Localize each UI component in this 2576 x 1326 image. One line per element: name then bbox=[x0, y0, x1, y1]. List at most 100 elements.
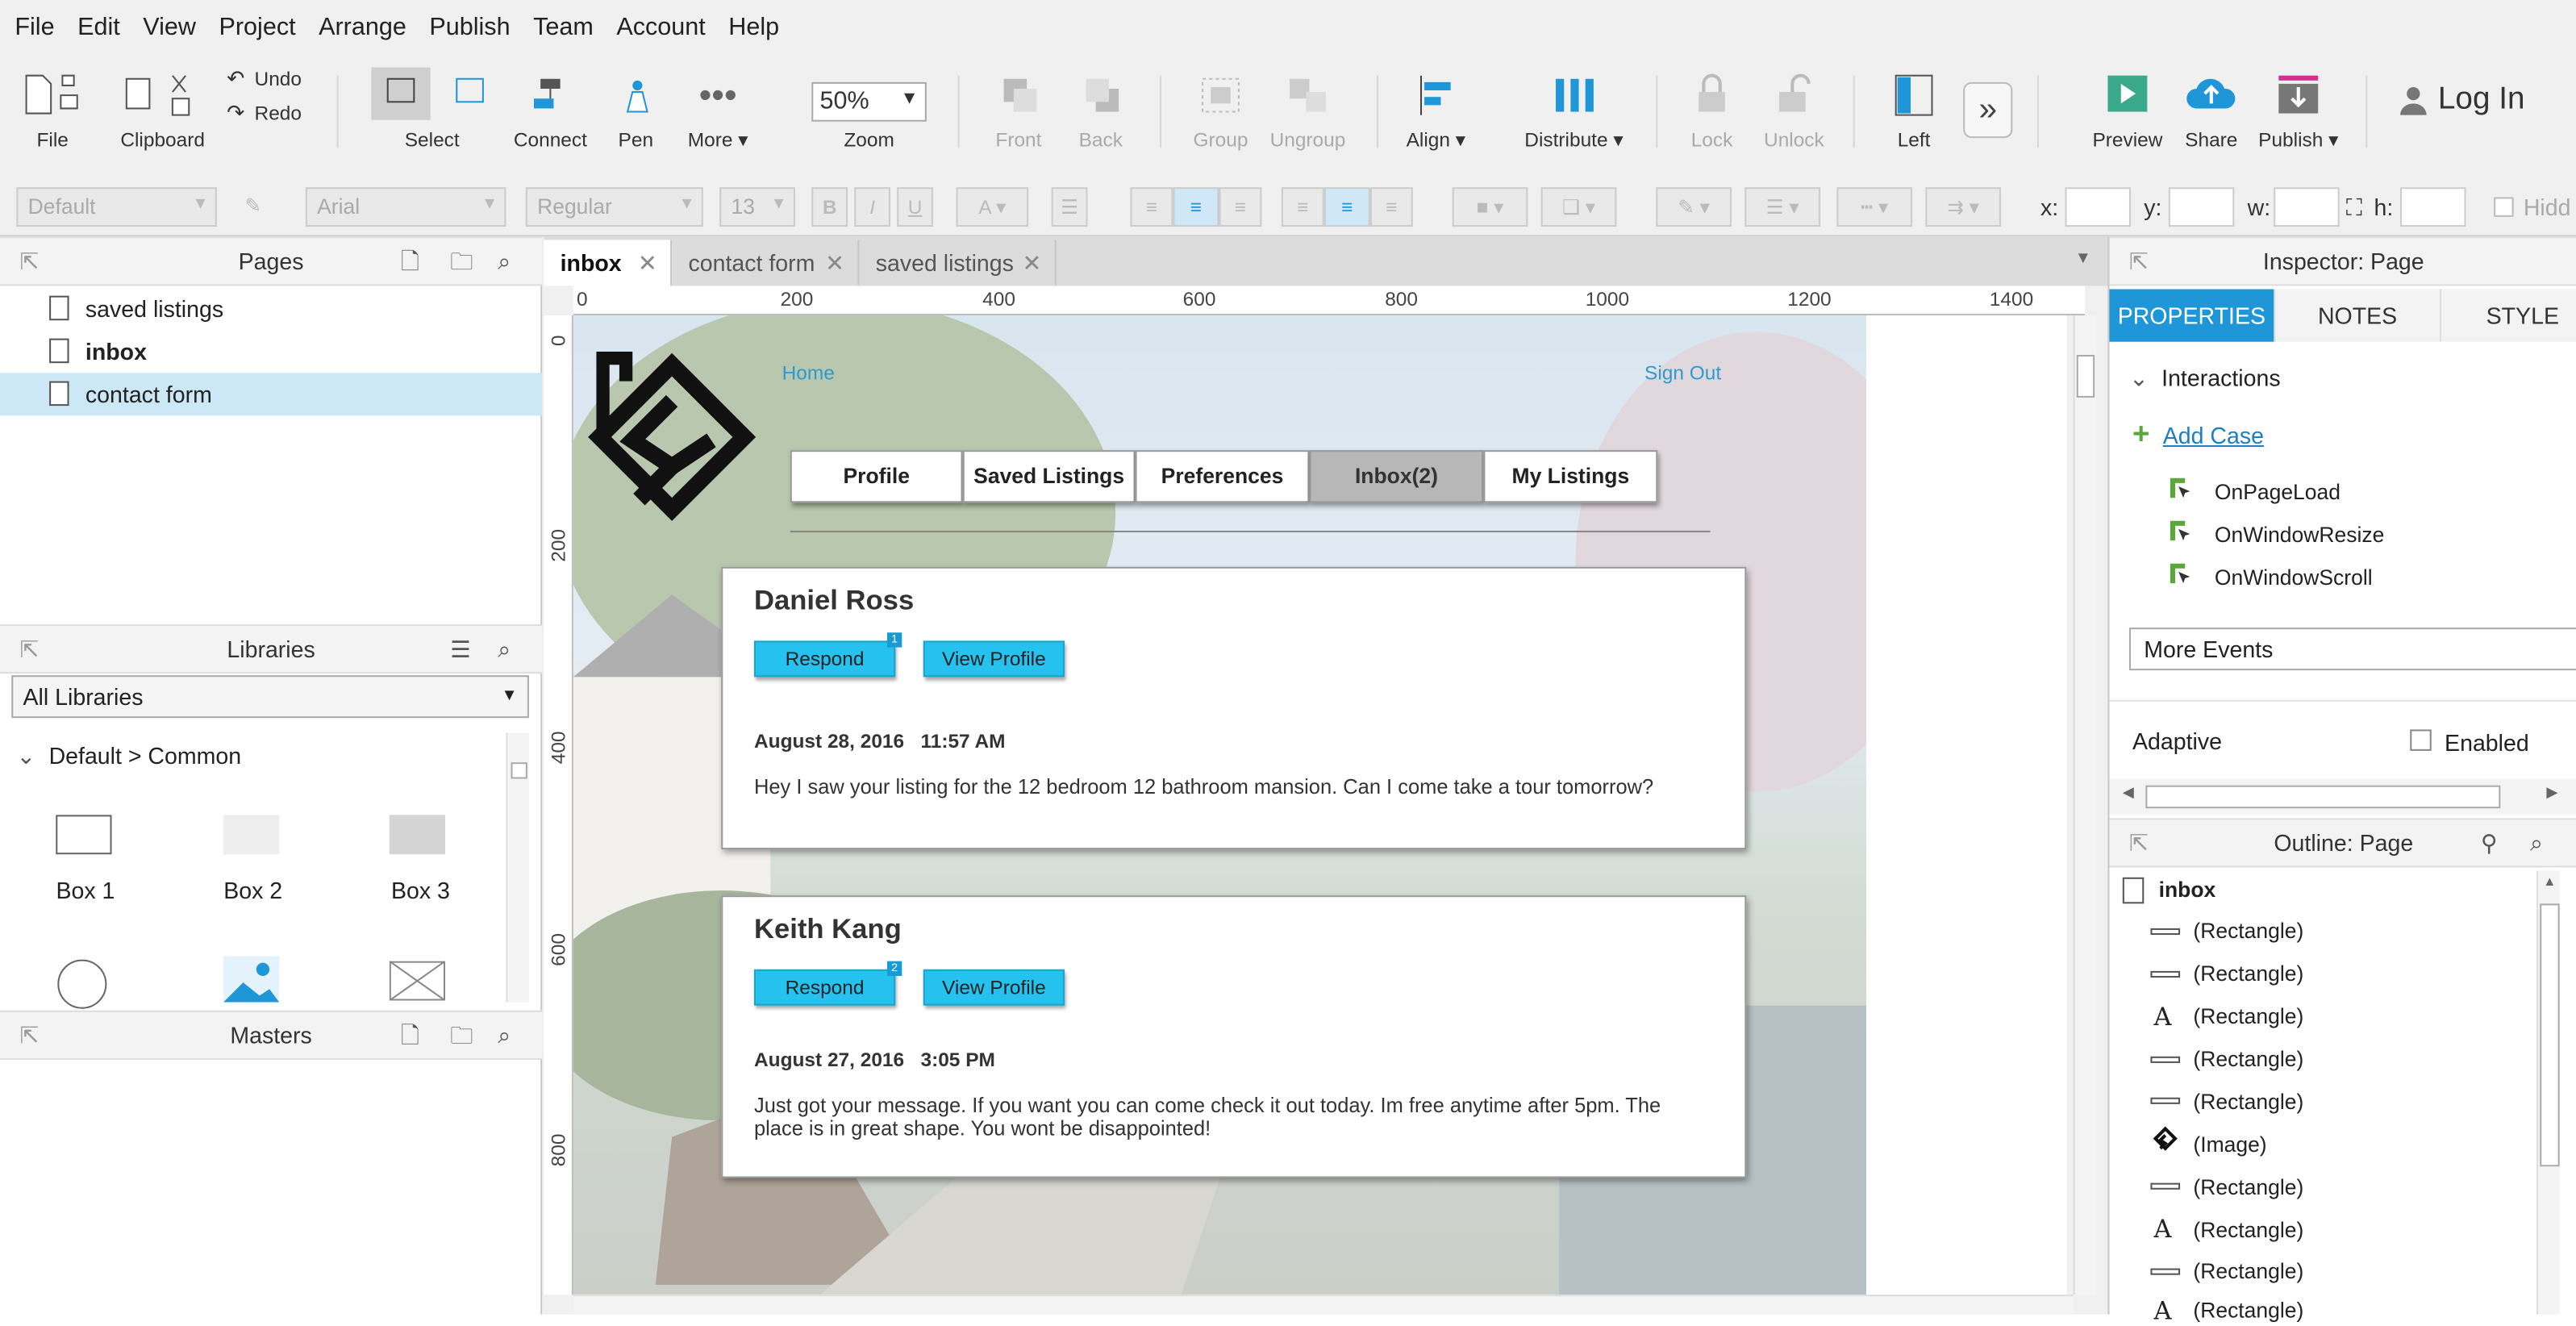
menu-arrange[interactable]: Arrange bbox=[307, 12, 418, 40]
interactions-section[interactable]: ⌄ Interactions bbox=[2129, 365, 2281, 393]
fill-color-button[interactable]: ■ ▾ bbox=[1452, 187, 1528, 227]
connect-button[interactable]: Connect bbox=[513, 69, 589, 151]
outline-item[interactable]: (Rectangle) bbox=[2193, 919, 2303, 944]
outline-item[interactable]: (Rectangle) bbox=[2193, 1004, 2303, 1029]
undo-button[interactable]: ↶ Undo bbox=[227, 65, 302, 92]
menu-project[interactable]: Project bbox=[207, 12, 307, 40]
tab-contact-form[interactable]: contact form ✕ bbox=[672, 240, 860, 286]
line-color-button[interactable]: ✎ ▾ bbox=[1656, 187, 1732, 227]
page-item-contact-form[interactable]: contact form bbox=[0, 373, 543, 416]
tabs-dropdown-icon[interactable]: ▼ bbox=[2075, 250, 2091, 268]
bold-button[interactable]: B bbox=[811, 187, 848, 227]
group-button[interactable]: Group bbox=[1186, 69, 1256, 151]
align-center-button[interactable]: ≡ bbox=[1173, 187, 1219, 227]
menu-view[interactable]: View bbox=[131, 12, 207, 40]
width-field[interactable] bbox=[2274, 187, 2340, 227]
page-item-saved-listings[interactable]: saved listings bbox=[0, 287, 542, 330]
collapse-icon[interactable]: ⇱ bbox=[2129, 819, 2149, 865]
nav-my-listings[interactable]: My Listings bbox=[1483, 450, 1658, 503]
outline-item[interactable]: (Rectangle) bbox=[2193, 1090, 2303, 1115]
outline-item[interactable]: (Rectangle) bbox=[2193, 1258, 2303, 1283]
line-pattern-button[interactable]: ┅ ▾ bbox=[1836, 187, 1913, 227]
redo-button[interactable]: ↷ Redo bbox=[227, 100, 302, 127]
font-dropdown[interactable]: Arial ▼ bbox=[305, 187, 506, 227]
canvas-hscrollbar[interactable] bbox=[573, 1295, 2074, 1315]
menu-edit[interactable]: Edit bbox=[66, 12, 131, 40]
align-top-button[interactable]: ≡ bbox=[1281, 187, 1324, 227]
respond-button[interactable]: Respond bbox=[753, 640, 896, 678]
page-item-inbox[interactable]: inbox bbox=[0, 330, 542, 373]
add-case-link[interactable]: + Add Case bbox=[2132, 417, 2264, 452]
close-icon[interactable]: ✕ bbox=[825, 240, 844, 286]
image-widget[interactable] bbox=[223, 956, 280, 1003]
align-right-button[interactable]: ≡ bbox=[1219, 187, 1262, 227]
add-folder-icon[interactable]: 🗀 bbox=[450, 1012, 473, 1058]
align-bottom-button[interactable]: ≡ bbox=[1369, 187, 1413, 227]
style-dropdown[interactable]: Default ▼ bbox=[16, 187, 217, 227]
close-icon[interactable]: ✕ bbox=[638, 240, 657, 286]
nav-inbox[interactable]: Inbox(2) bbox=[1309, 450, 1484, 503]
zoom-dropdown[interactable]: 50% ▼ bbox=[811, 81, 927, 122]
home-link[interactable]: Home bbox=[782, 361, 835, 385]
search-icon[interactable]: ⌕ bbox=[498, 626, 511, 672]
menu-file[interactable]: File bbox=[3, 12, 66, 40]
nav-profile[interactable]: Profile bbox=[790, 450, 963, 503]
search-icon[interactable]: ⌕ bbox=[498, 1012, 511, 1058]
select-button[interactable]: Select bbox=[365, 65, 499, 151]
nav-preferences[interactable]: Preferences bbox=[1135, 450, 1310, 503]
outline-item[interactable]: (Rectangle) bbox=[2193, 1174, 2303, 1199]
event-onpageload[interactable]: OnPageLoad bbox=[2215, 480, 2340, 505]
expand-toolbar-button[interactable]: » bbox=[1963, 81, 2013, 139]
clipboard-button[interactable]: Clipboard bbox=[115, 69, 210, 151]
outline-item[interactable]: (Rectangle) bbox=[2193, 1047, 2303, 1072]
font-size-dropdown[interactable]: 13 ▼ bbox=[719, 187, 795, 227]
event-onwindowresize[interactable]: OnWindowResize bbox=[2215, 523, 2384, 548]
canvas-scrollbar[interactable] bbox=[2073, 315, 2097, 1295]
publish-button[interactable]: Publish ▾ bbox=[2258, 69, 2338, 151]
line-weight-button[interactable]: ☰ ▾ bbox=[1744, 187, 1820, 227]
tab-notes[interactable]: NOTES bbox=[2275, 289, 2441, 342]
lock-ratio-icon[interactable]: ⛶ bbox=[2346, 194, 2362, 222]
inspector-hscrollbar[interactable]: ◀ ▶ bbox=[2109, 778, 2576, 815]
more-events-dropdown[interactable]: More Events bbox=[2128, 628, 2576, 671]
menu-icon[interactable]: ☰ bbox=[450, 626, 471, 672]
back-button[interactable]: Back bbox=[1068, 69, 1133, 151]
preview-button[interactable]: Preview bbox=[2090, 69, 2165, 151]
lock-button[interactable]: Lock bbox=[1682, 69, 1741, 151]
outline-root[interactable]: inbox bbox=[2159, 878, 2216, 903]
library-group[interactable]: ⌄ Default > Common bbox=[16, 743, 241, 771]
shadow-button[interactable]: ❏ ▾ bbox=[1540, 187, 1617, 227]
tab-style[interactable]: STYLE bbox=[2441, 289, 2576, 342]
outline-scrollbar[interactable]: ▲ bbox=[2536, 870, 2560, 1315]
add-page-icon[interactable]: 🗋 bbox=[401, 238, 419, 284]
height-field[interactable] bbox=[2400, 187, 2466, 227]
arrow-style-button[interactable]: ⇉ ▾ bbox=[1925, 187, 2002, 227]
collapse-icon[interactable]: ⇱ bbox=[19, 238, 39, 284]
share-button[interactable]: Share bbox=[2178, 69, 2244, 151]
italic-button[interactable]: I bbox=[854, 187, 891, 227]
outline-item[interactable]: (Rectangle) bbox=[2193, 1217, 2303, 1242]
collapse-icon[interactable]: ⇱ bbox=[19, 626, 39, 672]
library-dropdown[interactable]: All Libraries ▼ bbox=[11, 675, 529, 719]
add-master-icon[interactable]: 🗋 bbox=[401, 1012, 419, 1058]
weight-dropdown[interactable]: Regular ▼ bbox=[525, 187, 703, 227]
add-folder-icon[interactable]: 🗀 bbox=[450, 238, 473, 284]
collapse-icon[interactable]: ⇱ bbox=[2129, 238, 2149, 284]
x-field[interactable] bbox=[2065, 187, 2131, 227]
collapse-icon[interactable]: ⇱ bbox=[19, 1012, 39, 1058]
distribute-button[interactable]: Distribute ▾ bbox=[1524, 69, 1624, 151]
enabled-checkbox[interactable] bbox=[2410, 729, 2432, 751]
tab-saved-listings[interactable]: saved listings ✕ bbox=[859, 240, 1057, 286]
underline-button[interactable]: U bbox=[897, 187, 934, 227]
align-middle-button[interactable]: ≡ bbox=[1323, 187, 1370, 227]
y-field[interactable] bbox=[2168, 187, 2235, 227]
library-scrollbar[interactable] bbox=[506, 732, 529, 1003]
nav-saved-listings[interactable]: Saved Listings bbox=[962, 450, 1136, 503]
ungroup-button[interactable]: Ungroup bbox=[1265, 69, 1350, 151]
filter-icon[interactable]: ⚲ bbox=[2481, 819, 2498, 865]
outline-item[interactable]: (Rectangle) bbox=[2193, 1298, 2303, 1323]
menu-account[interactable]: Account bbox=[605, 12, 717, 40]
unlock-button[interactable]: Unlock bbox=[1758, 69, 1831, 151]
align-left-button[interactable]: ≡ bbox=[1130, 187, 1173, 227]
search-icon[interactable]: ⌕ bbox=[2530, 819, 2543, 865]
